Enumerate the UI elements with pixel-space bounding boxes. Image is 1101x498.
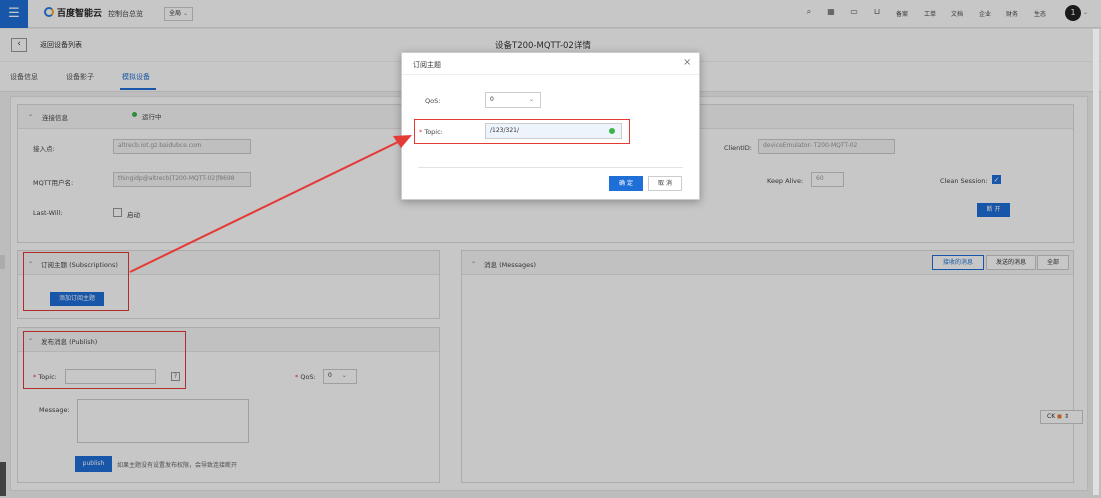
annotation-arrow-line [129,140,401,273]
annotation-arrowhead [393,135,412,148]
annotation-arrows [129,135,412,273]
